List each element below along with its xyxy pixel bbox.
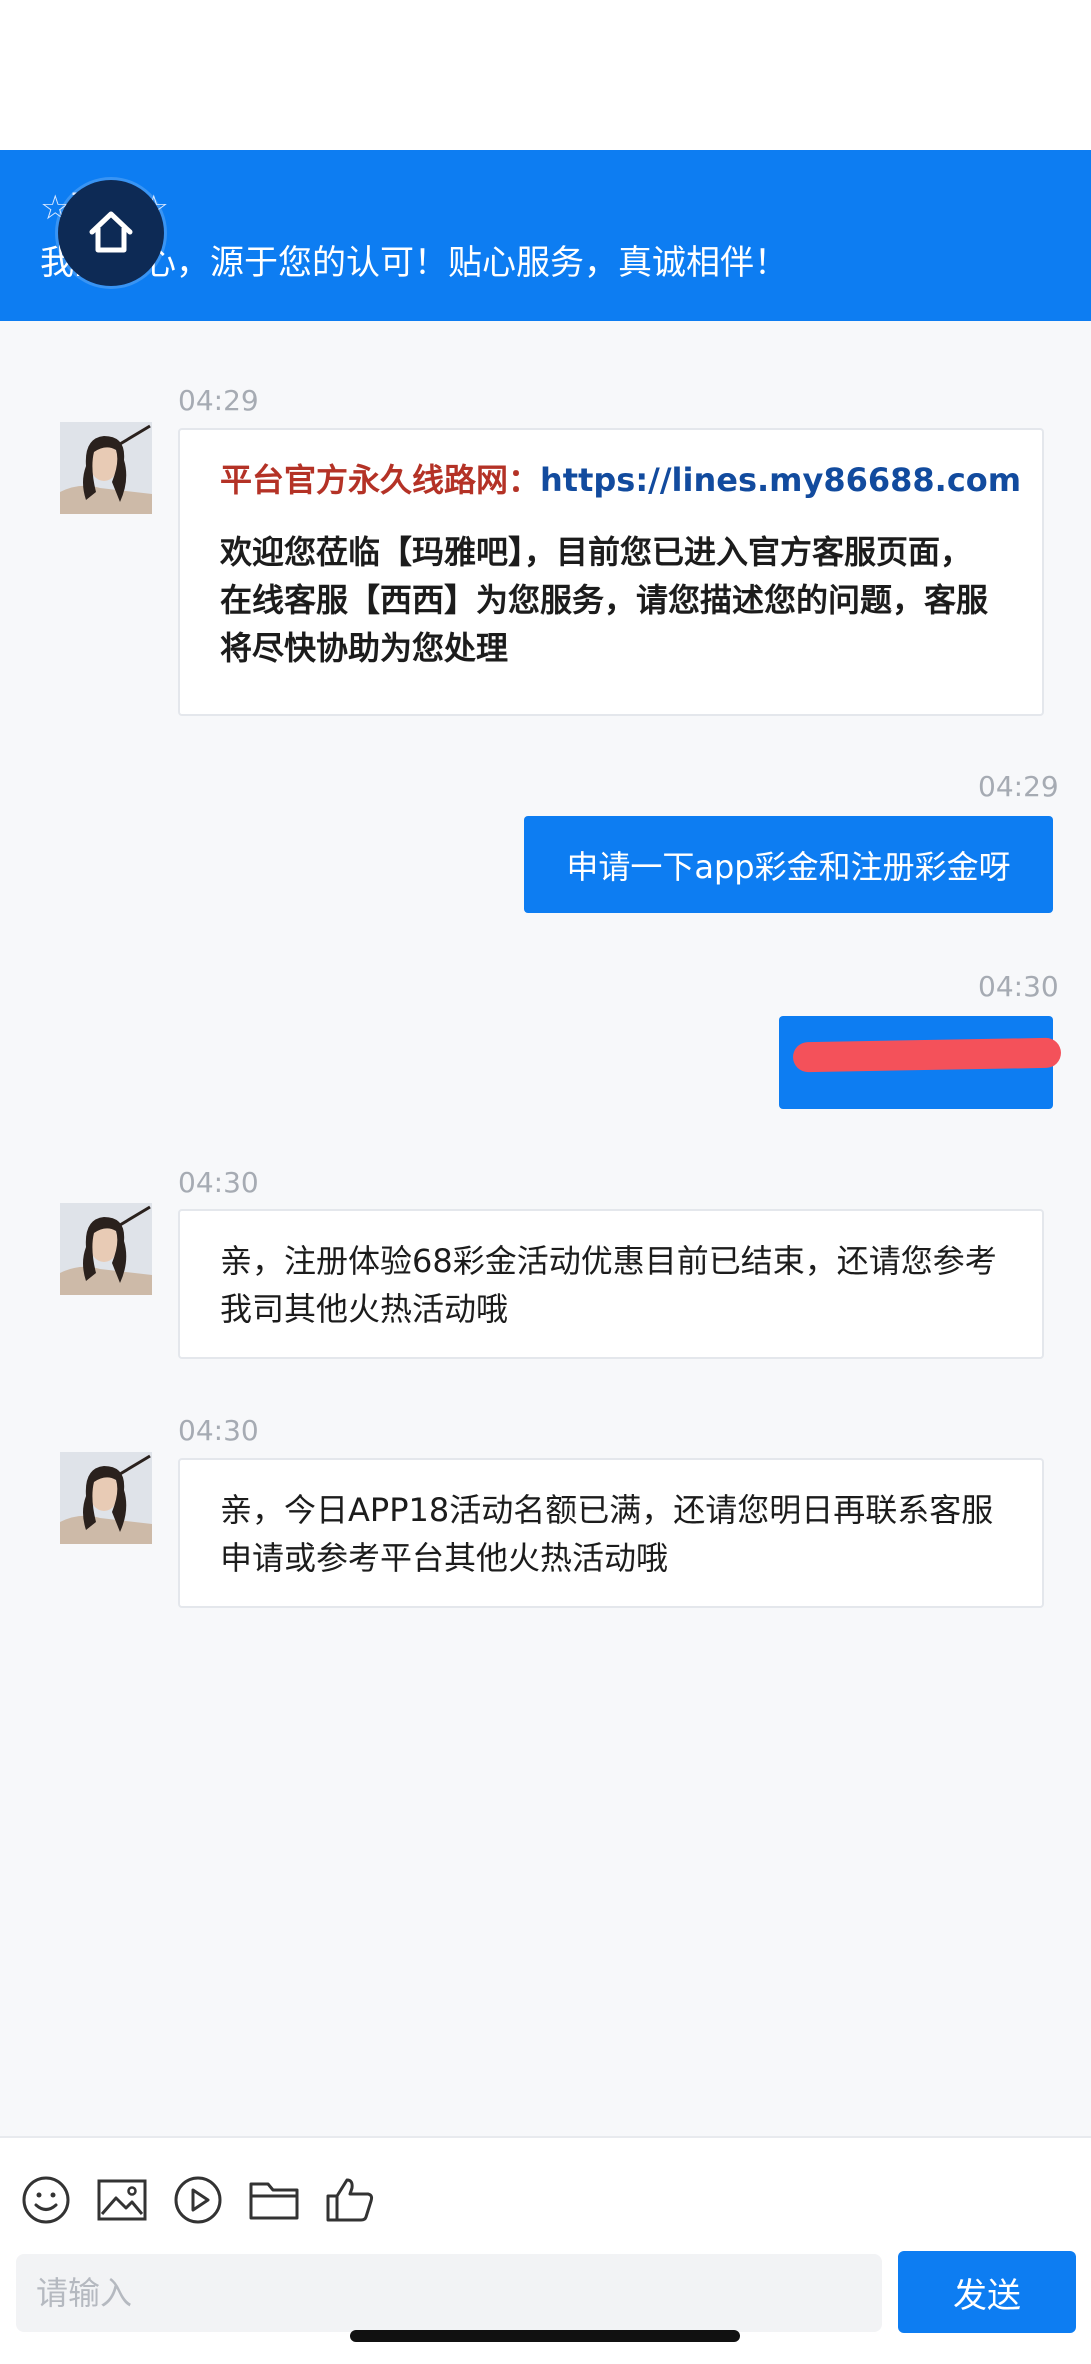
message-bubble-outgoing: 申请一下app彩金和注册彩金呀: [524, 816, 1053, 913]
agent-avatar[interactable]: [60, 422, 152, 514]
message-time: 04:29: [978, 770, 1059, 803]
emoji-icon[interactable]: [20, 2174, 72, 2226]
message-input[interactable]: [16, 2254, 882, 2332]
agent-avatar[interactable]: [60, 1452, 152, 1544]
message-text: 亲，今日APP18活动名额已满，还请您明日再联系客服申请或参考平台其他火热活动哦: [220, 1491, 994, 1577]
home-icon: [89, 211, 133, 253]
message-text: 欢迎您莅临【玛雅吧】，目前您已进入官方客服页面，在线客服【西西】为您服务，请您描…: [220, 533, 989, 667]
home-button[interactable]: [58, 180, 164, 286]
official-line-prefix: 平台官方永久线路网：: [220, 461, 541, 499]
video-icon[interactable]: [172, 2174, 224, 2226]
message-time: 04:30: [178, 1414, 259, 1447]
thumbs-up-icon[interactable]: [324, 2174, 376, 2226]
home-indicator: [350, 2330, 740, 2342]
agent-avatar[interactable]: [60, 1203, 152, 1295]
message-time: 04:30: [978, 970, 1059, 1003]
message-text: 亲，注册体验68彩金活动优惠目前已结束，还请您参考我司其他火热活动哦: [220, 1242, 997, 1328]
official-link[interactable]: https://lines.my86688.com: [540, 461, 1021, 499]
folder-icon[interactable]: [248, 2174, 300, 2226]
message-bubble: 亲，今日APP18活动名额已满，还请您明日再联系客服申请或参考平台其他火热活动哦: [178, 1458, 1044, 1608]
message-time: 04:30: [178, 1166, 259, 1199]
status-area: [0, 0, 1091, 150]
image-icon[interactable]: [96, 2174, 148, 2226]
official-line: 平台官方永久线路网：https://lines.my86688.com: [220, 456, 1021, 504]
message-time: 04:29: [178, 384, 259, 417]
redaction-mark: [792, 1037, 1062, 1073]
message-bubble: 平台官方永久线路网：https://lines.my86688.com 欢迎您莅…: [178, 428, 1044, 716]
send-button[interactable]: 发送: [898, 2251, 1076, 2333]
message-bubble: 亲，注册体验68彩金活动优惠目前已结束，还请您参考我司其他火热活动哦: [178, 1209, 1044, 1359]
chat-page: ☆西西☆ 我的开心，源于您的认可！贴心服务，真诚相伴！ 04:29 平台官方永久…: [0, 0, 1091, 2364]
